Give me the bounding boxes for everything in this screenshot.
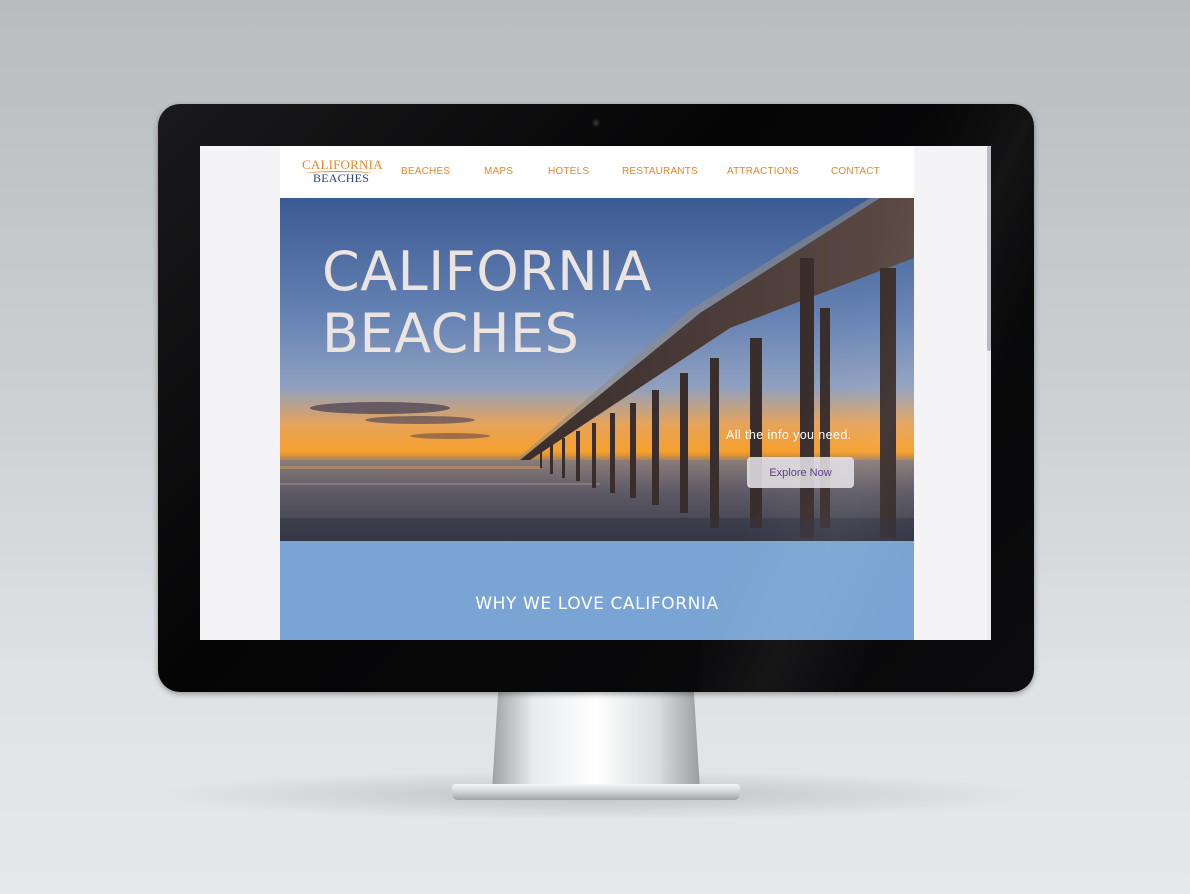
browser-viewport: CALIFORNIA BEACHES BEACHES MAPS HOTELS R… <box>200 146 991 640</box>
monitor-stand-base <box>452 784 740 800</box>
why-we-love-section: WHY WE LOVE CALIFORNIA <box>280 541 914 640</box>
explore-now-button[interactable]: Explore Now <box>747 457 854 488</box>
website-page: CALIFORNIA BEACHES BEACHES MAPS HOTELS R… <box>280 146 914 640</box>
nav-link-restaurants[interactable]: RESTAURANTS <box>622 166 698 177</box>
hero-title: CALIFORNIA BEACHES <box>322 241 652 365</box>
hero-title-line2: BEACHES <box>322 302 580 365</box>
hero-title-line1: CALIFORNIA <box>322 240 653 303</box>
nav-link-maps[interactable]: MAPS <box>484 166 513 177</box>
monitor-stand-neck <box>492 690 700 790</box>
nav-link-contact[interactable]: CONTACT <box>831 166 880 177</box>
hero-tagline: All the info you need. <box>726 428 852 442</box>
hero-banner: CALIFORNIA BEACHES All the info you need… <box>280 198 914 541</box>
nav-link-beaches[interactable]: BEACHES <box>401 166 450 177</box>
nav-link-attractions[interactable]: ATTRACTIONS <box>727 166 799 177</box>
site-header: CALIFORNIA BEACHES BEACHES MAPS HOTELS R… <box>280 146 914 198</box>
scrollbar-thumb[interactable] <box>987 146 991 351</box>
logo-text-beaches: BEACHES <box>313 171 370 185</box>
scrollbar[interactable] <box>987 146 991 640</box>
site-logo[interactable]: CALIFORNIA BEACHES <box>302 157 383 187</box>
webcam-icon <box>592 119 600 127</box>
nav-link-hotels[interactable]: HOTELS <box>548 166 589 177</box>
section-heading: WHY WE LOVE CALIFORNIA <box>475 594 719 614</box>
